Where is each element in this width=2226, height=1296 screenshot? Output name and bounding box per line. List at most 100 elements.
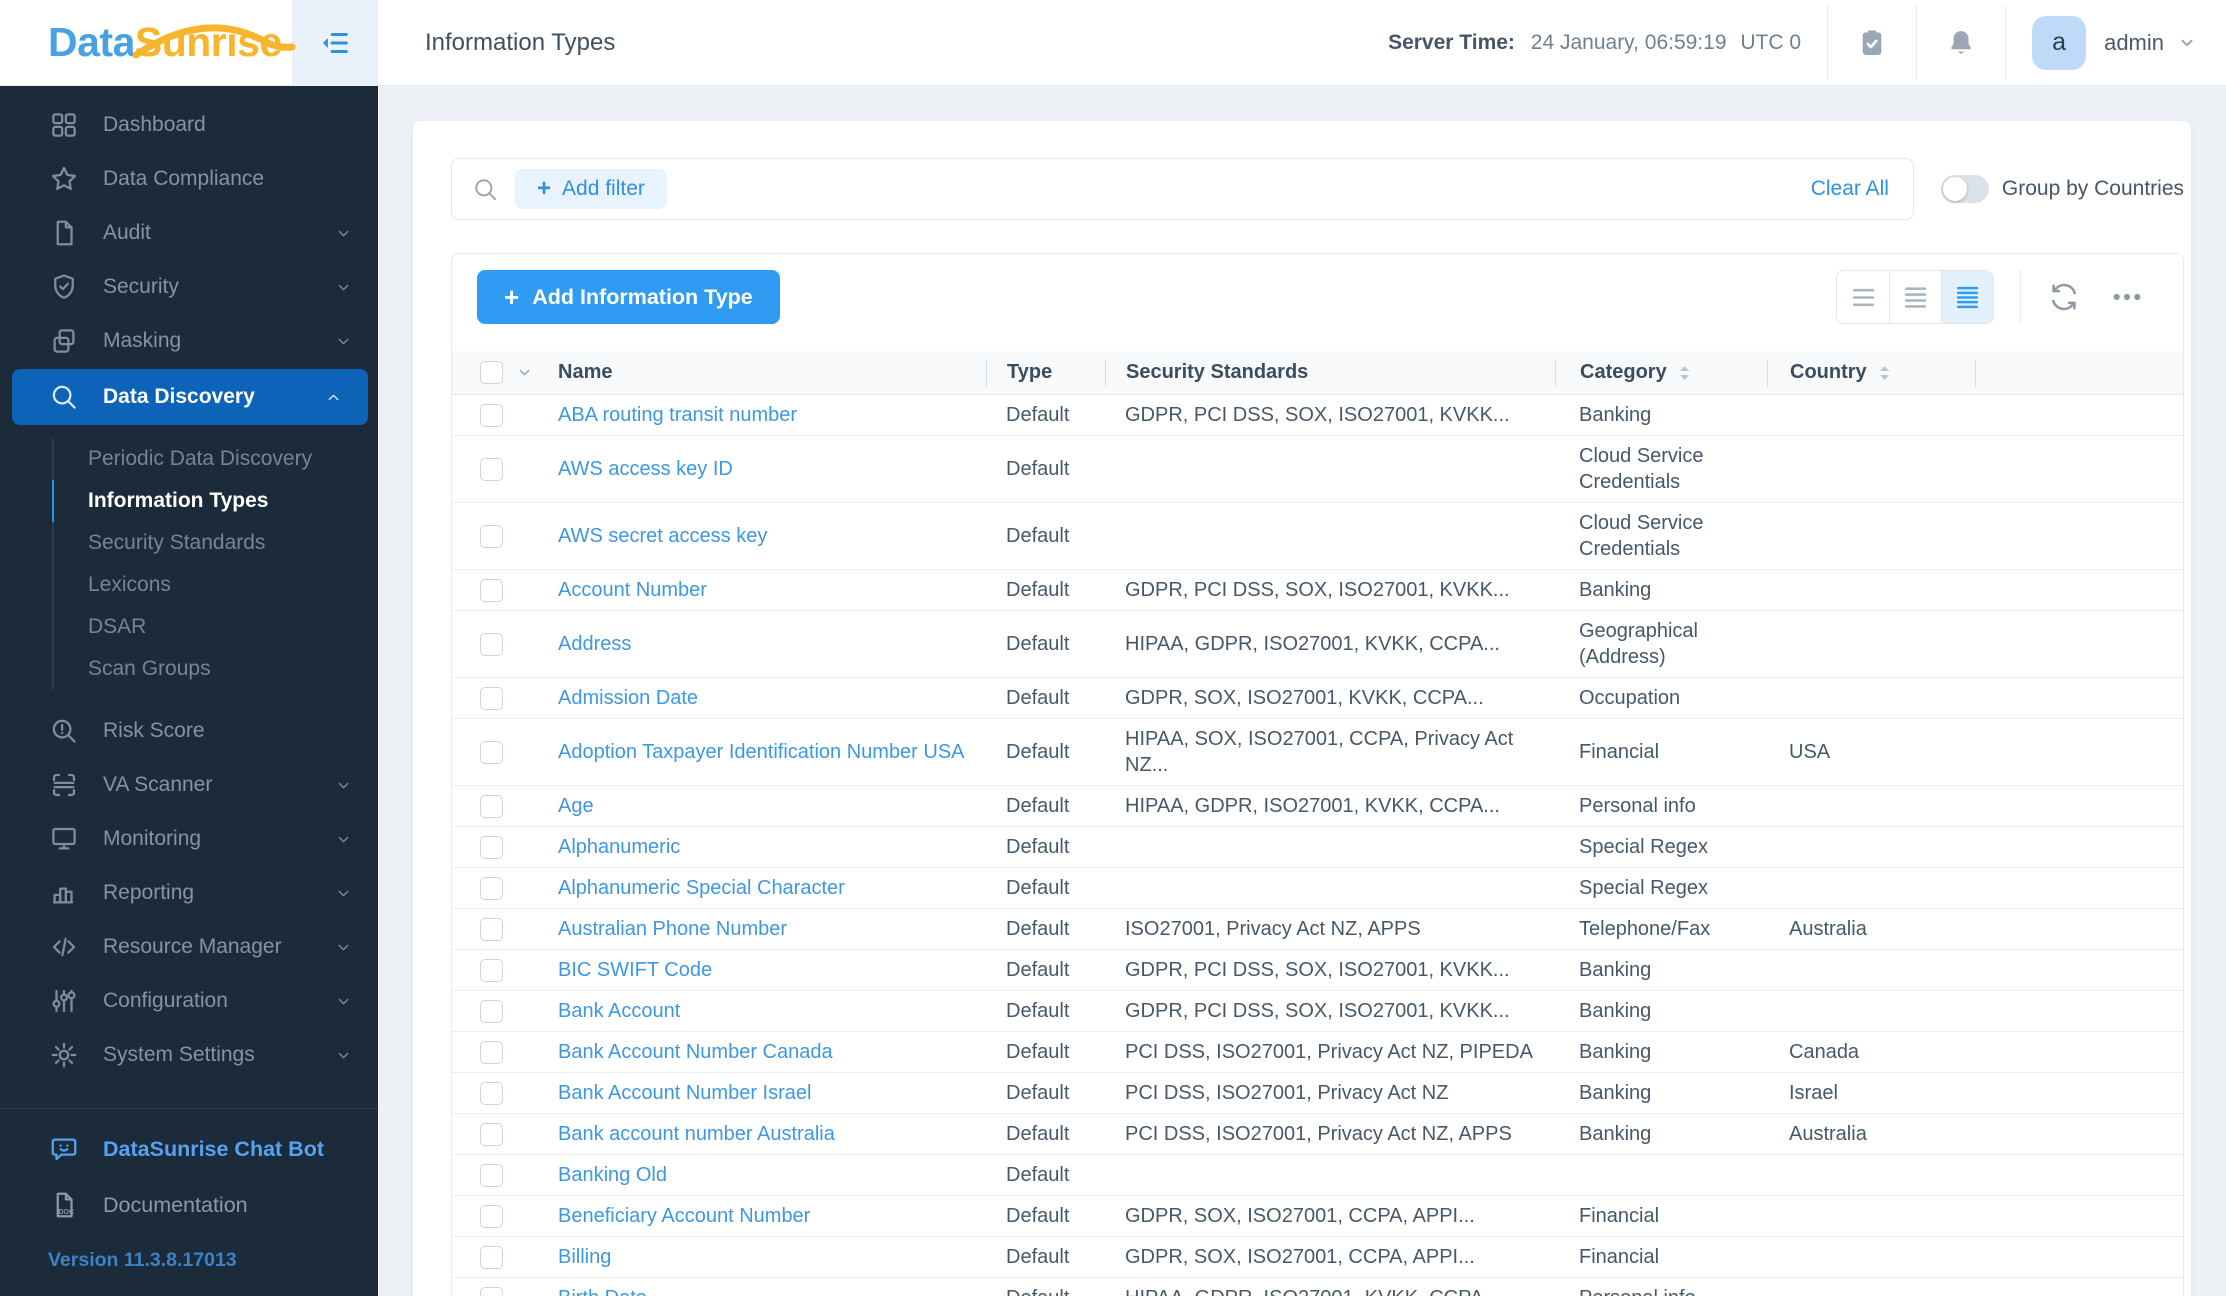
- sidebar-item-data-discovery[interactable]: Data Discovery: [12, 369, 368, 425]
- sidebar-item-masking[interactable]: Masking: [0, 314, 378, 368]
- sidebar-item-data-compliance[interactable]: Data Compliance: [0, 152, 378, 206]
- row-checkbox[interactable]: [480, 403, 503, 427]
- row-checkbox[interactable]: [480, 632, 503, 656]
- toolbar-divider: [2020, 270, 2021, 324]
- clear-all-button[interactable]: Clear All: [1811, 177, 1889, 201]
- row-checkbox[interactable]: [480, 578, 503, 602]
- sidebar-item-reporting[interactable]: Reporting: [0, 866, 378, 920]
- info-type-link[interactable]: Bank account number Australia: [558, 1121, 835, 1147]
- info-type-link[interactable]: Admission Date: [558, 685, 698, 711]
- user-name[interactable]: admin: [2104, 30, 2164, 56]
- cell-security-standards: PCI DSS, ISO27001, Privacy Act NZ, APPS: [1125, 1123, 1512, 1145]
- row-checkbox[interactable]: [480, 1081, 503, 1105]
- row-checkbox[interactable]: [480, 1122, 503, 1146]
- sidebar-item-risk-score[interactable]: Risk Score: [0, 704, 378, 758]
- row-checkbox[interactable]: [480, 1163, 503, 1187]
- filter-bar[interactable]: + Add filter Clear All: [451, 158, 1914, 220]
- select-menu-chevron-icon[interactable]: [516, 364, 533, 381]
- sidebar-subitem-periodic-data-discovery[interactable]: Periodic Data Discovery: [0, 438, 378, 480]
- table-row: Admission Date Default GDPR, SOX, ISO27001…: [452, 677, 2183, 718]
- column-header-category[interactable]: Category: [1555, 358, 1767, 387]
- user-menu-chevron-icon[interactable]: [2178, 34, 2196, 52]
- info-type-link[interactable]: AWS secret access key: [558, 523, 767, 549]
- select-all-checkbox[interactable]: [480, 361, 503, 384]
- sidebar-item-label: Resource Manager: [103, 935, 282, 958]
- density-toggle-group: [1836, 270, 1994, 324]
- sidebar-subitem-dsar[interactable]: DSAR: [0, 606, 378, 648]
- row-checkbox[interactable]: [480, 876, 503, 900]
- sidebar-item-security[interactable]: Security: [0, 260, 378, 314]
- add-information-type-button[interactable]: + Add Information Type: [477, 270, 780, 324]
- row-checkbox[interactable]: [480, 794, 503, 818]
- row-checkbox[interactable]: [480, 524, 503, 548]
- info-type-link[interactable]: Age: [558, 793, 594, 819]
- notifications-button[interactable]: [1917, 0, 2005, 86]
- info-type-link[interactable]: Alphanumeric Special Character: [558, 875, 845, 901]
- row-checkbox[interactable]: [480, 1204, 503, 1228]
- sidebar-item-dashboard[interactable]: Dashboard: [0, 98, 378, 152]
- info-type-link[interactable]: BIC SWIFT Code: [558, 957, 712, 983]
- sidebar-item-datasunrise-chat-bot[interactable]: DataSunrise Chat Bot: [0, 1121, 378, 1177]
- add-filter-button[interactable]: + Add filter: [515, 169, 667, 209]
- sidebar-item-resource-manager[interactable]: Resource Manager: [0, 920, 378, 974]
- info-type-link[interactable]: Banking Old: [558, 1162, 667, 1188]
- more-options-button[interactable]: [2109, 281, 2145, 313]
- sidebar-item-system-settings[interactable]: System Settings: [0, 1028, 378, 1082]
- info-type-link[interactable]: Address: [558, 631, 631, 657]
- row-checkbox[interactable]: [480, 1245, 503, 1269]
- sidebar-subitem-information-types[interactable]: Information Types: [0, 480, 378, 522]
- table-row: ABA routing transit number Default GDPR, P…: [452, 395, 2183, 435]
- info-type-link[interactable]: Beneficiary Account Number: [558, 1203, 810, 1229]
- row-checkbox[interactable]: [480, 686, 503, 710]
- cell-security-standards: HIPAA, SOX, ISO27001, CCPA, Privacy Act …: [1125, 728, 1514, 776]
- info-type-link[interactable]: Australian Phone Number: [558, 916, 787, 942]
- info-type-link[interactable]: Birth Date: [558, 1285, 647, 1296]
- row-checkbox[interactable]: [480, 457, 503, 481]
- avatar[interactable]: a: [2032, 15, 2087, 70]
- table-row: Account Number Default GDPR, PCI DSS, SOX,…: [452, 569, 2183, 610]
- row-select-cell: [452, 678, 542, 718]
- sidebar-subitem-security-standards[interactable]: Security Standards: [0, 522, 378, 564]
- density-medium-button[interactable]: [1889, 271, 1941, 323]
- header-select-cell: [452, 359, 542, 387]
- info-type-link[interactable]: Alphanumeric: [558, 834, 680, 860]
- row-checkbox[interactable]: [480, 958, 503, 982]
- row-checkbox[interactable]: [480, 999, 503, 1023]
- info-type-link[interactable]: ABA routing transit number: [558, 402, 797, 428]
- sidebar-item-va-scanner[interactable]: VA Scanner: [0, 758, 378, 812]
- sidebar-item-documentation[interactable]: DOC Documentation: [0, 1177, 378, 1233]
- info-type-link[interactable]: AWS access key ID: [558, 456, 733, 482]
- main-content: + Add filter Clear All Group by Countrie…: [378, 86, 2226, 1296]
- cell-country: USA: [1789, 741, 1831, 763]
- column-header-country[interactable]: Country: [1767, 358, 1975, 387]
- row-checkbox[interactable]: [480, 917, 503, 941]
- row-checkbox[interactable]: [480, 740, 503, 764]
- cell-security-standards: ISO27001, Privacy Act NZ, APPS: [1125, 918, 1421, 940]
- density-comfortable-button[interactable]: [1837, 271, 1889, 323]
- group-by-countries-toggle[interactable]: [1940, 175, 1989, 203]
- sidebar-item-label: Documentation: [103, 1192, 248, 1217]
- toggle-knob: [1942, 177, 1967, 201]
- info-type-link[interactable]: Billing: [558, 1244, 611, 1270]
- table-row: Alphanumeric Default Special Regex: [452, 826, 2183, 867]
- info-type-link[interactable]: Bank Account Number Canada: [558, 1039, 833, 1065]
- sidebar-subitem-scan-groups[interactable]: Scan Groups: [0, 648, 378, 690]
- sidebar-item-monitoring[interactable]: Monitoring: [0, 812, 378, 866]
- density-compact-button[interactable]: [1941, 271, 1993, 323]
- sidebar-item-label: Dashboard: [103, 113, 206, 136]
- info-type-link[interactable]: Adoption Taxpayer Identification Number …: [558, 739, 965, 765]
- sort-icon[interactable]: [1678, 363, 1691, 383]
- info-type-link[interactable]: Account Number: [558, 577, 707, 603]
- row-checkbox[interactable]: [480, 1040, 503, 1064]
- sidebar-subitem-lexicons[interactable]: Lexicons: [0, 564, 378, 606]
- sidebar-collapse-button[interactable]: [292, 0, 378, 86]
- sort-icon[interactable]: [1878, 363, 1891, 383]
- sidebar-item-configuration[interactable]: Configuration: [0, 974, 378, 1028]
- row-checkbox[interactable]: [480, 835, 503, 859]
- refresh-button[interactable]: [2048, 281, 2080, 313]
- tasks-button[interactable]: [1828, 0, 1916, 86]
- sidebar-item-audit[interactable]: Audit: [0, 206, 378, 260]
- row-checkbox[interactable]: [480, 1286, 503, 1296]
- info-type-link[interactable]: Bank Account: [558, 998, 680, 1024]
- info-type-link[interactable]: Bank Account Number Israel: [558, 1080, 811, 1106]
